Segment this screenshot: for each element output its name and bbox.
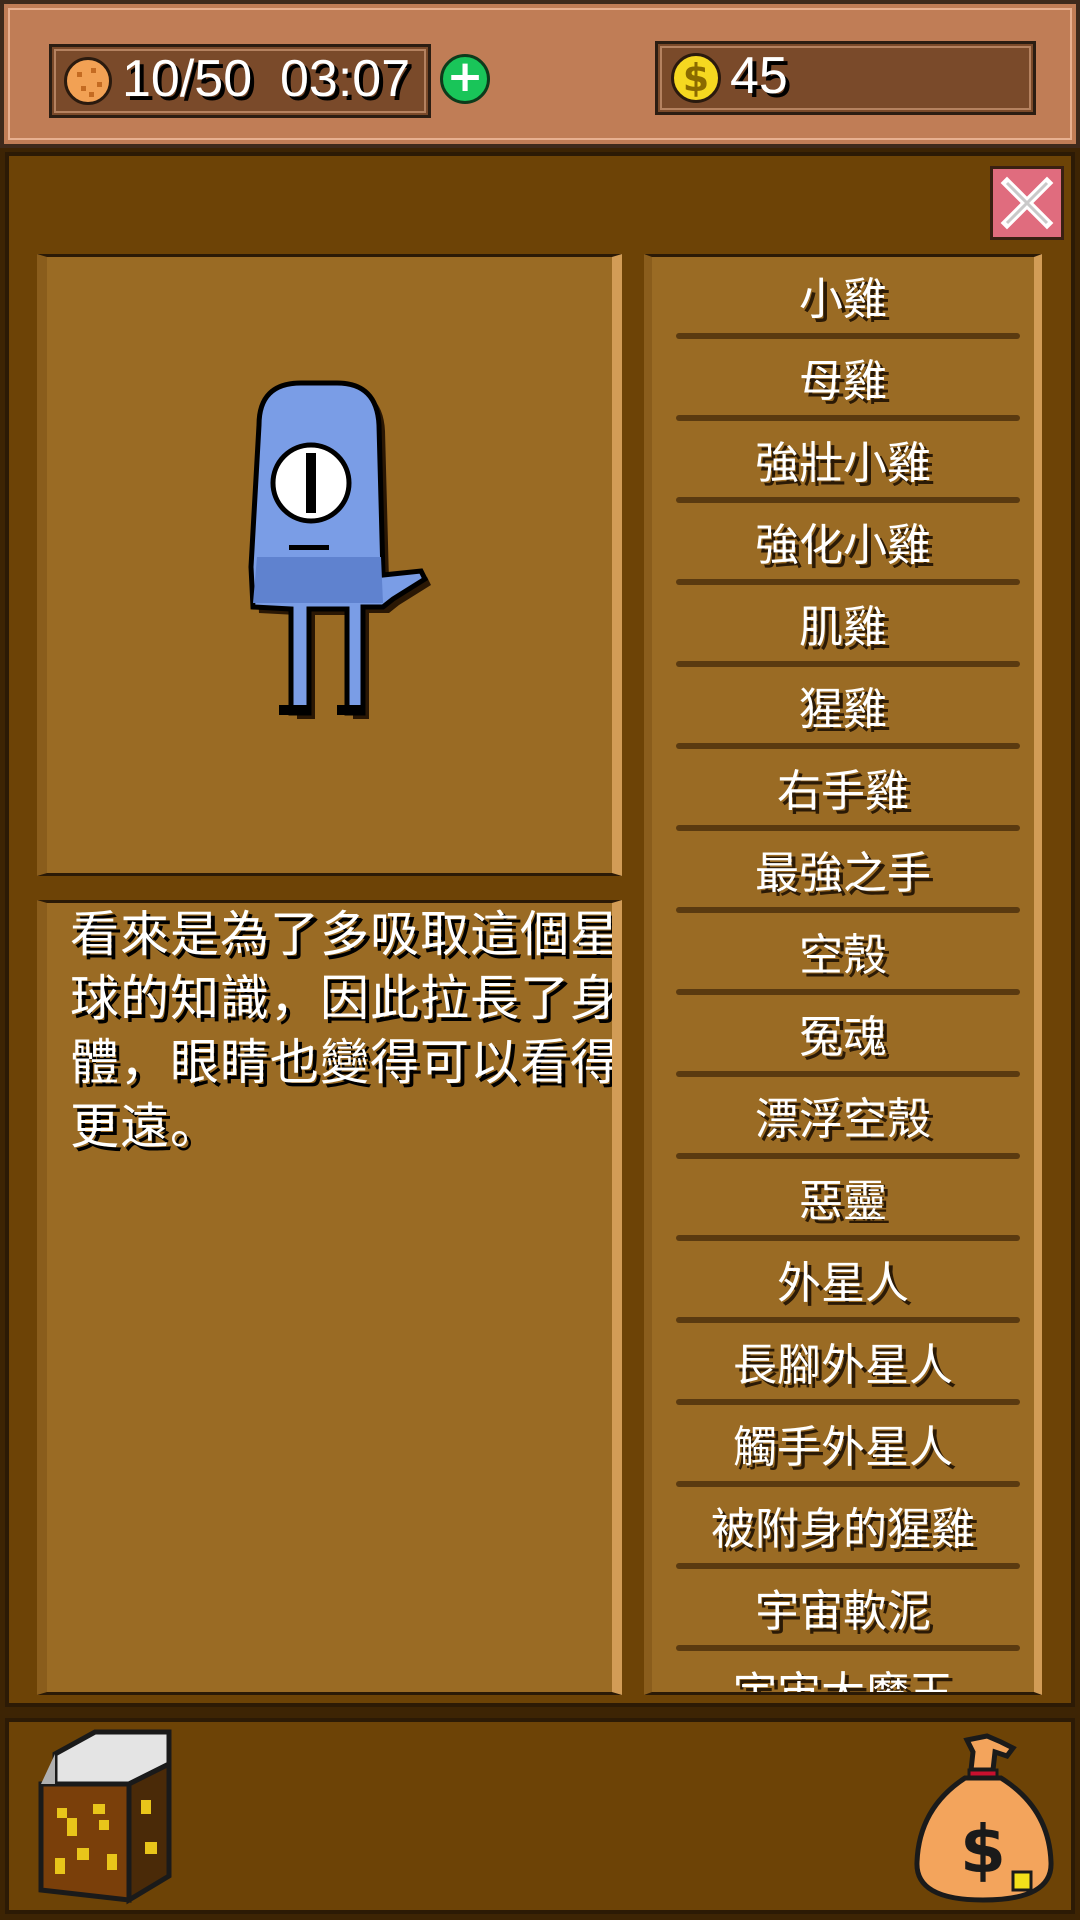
divider (676, 989, 1020, 995)
list-item-label: 最強之手 (755, 848, 931, 899)
encyclopedia-book-icon[interactable] (33, 1724, 183, 1910)
list-item[interactable]: 宇宙大魔王 (652, 1657, 1034, 1695)
list-item[interactable]: 肌雞 (652, 591, 1034, 673)
list-item[interactable]: 最強之手 (652, 837, 1034, 919)
creature-description: 看來是為了多吸取這個星球的知識，因此拉長了身體，眼睛也變得可以看得更遠。 (70, 906, 621, 1155)
list-item-label: 冤魂 (799, 1012, 887, 1063)
list-item-label: 肌雞 (799, 602, 887, 653)
coin-counter: $ 45 (655, 41, 1036, 115)
close-icon (1000, 176, 1054, 230)
list-item[interactable]: 長腳外星人 (652, 1329, 1034, 1411)
list-item-label: 母雞 (799, 356, 887, 407)
list-item-label: 宇宙大魔王 (733, 1668, 953, 1695)
food-timer-text: 03:07 (280, 50, 411, 108)
divider (676, 661, 1020, 667)
list-item[interactable]: 漂浮空殼 (652, 1083, 1034, 1165)
list-item-label: 強化小雞 (755, 520, 931, 571)
cookie-icon (64, 57, 112, 105)
plus-icon: + (446, 51, 484, 102)
bottom-bar: $ (5, 1718, 1075, 1914)
food-count-text: 10/50 (122, 50, 253, 108)
list-item-label: 右手雞 (777, 766, 909, 817)
list-item-label: 強壯小雞 (755, 438, 931, 489)
close-button[interactable] (990, 166, 1064, 240)
list-item[interactable]: 強化小雞 (652, 509, 1034, 591)
list-item-label: 宇宙軟泥 (755, 1586, 931, 1637)
list-item[interactable]: 觸手外星人 (652, 1411, 1034, 1493)
creature-description-frame: 看來是為了多吸取這個星球的知識，因此拉長了身體，眼睛也變得可以看得更遠。 (37, 900, 622, 1695)
list-item[interactable]: 小雞 (652, 263, 1034, 345)
divider (676, 333, 1020, 339)
alien-creature-sprite (248, 380, 431, 719)
svg-text:$: $ (960, 1811, 1006, 1888)
list-item[interactable]: 外星人 (652, 1247, 1034, 1329)
list-item-label: 觸手外星人 (733, 1422, 953, 1473)
top-status-bar: 10/50 03:07 + $ 45 (0, 0, 1080, 148)
list-item[interactable]: 母雞 (652, 345, 1034, 427)
divider (676, 1399, 1020, 1405)
list-item[interactable]: 右手雞 (652, 755, 1034, 837)
divider (676, 1481, 1020, 1487)
divider (676, 1563, 1020, 1569)
list-item[interactable]: 強壯小雞 (652, 427, 1034, 509)
divider (676, 579, 1020, 585)
list-item-label: 猩雞 (799, 684, 887, 735)
food-counter: 10/50 03:07 (49, 44, 431, 118)
divider (676, 825, 1020, 831)
divider (676, 1235, 1020, 1241)
list-item-label: 惡靈 (799, 1176, 887, 1227)
dollar-coin-icon: $ (671, 53, 721, 103)
list-item[interactable]: 空殼 (652, 919, 1034, 1001)
list-item-label: 外星人 (777, 1258, 909, 1309)
list-item-label: 被附身的猩雞 (711, 1504, 975, 1555)
creature-portrait-frame (37, 254, 622, 876)
add-food-button[interactable]: + (440, 54, 490, 104)
creature-list[interactable]: 小雞 母雞 強壯小雞 強化小雞 肌雞 猩雞 右手雞 最強之手 空殼 冤魂 漂浮空… (644, 254, 1042, 1695)
divider (676, 415, 1020, 421)
list-item[interactable]: 猩雞 (652, 673, 1034, 755)
list-item[interactable]: 宇宙軟泥 (652, 1575, 1034, 1657)
divider (676, 1645, 1020, 1651)
divider (676, 497, 1020, 503)
divider (676, 1153, 1020, 1159)
list-item-label: 小雞 (799, 274, 887, 325)
list-item[interactable]: 冤魂 (652, 1001, 1034, 1083)
list-item[interactable]: 惡靈 (652, 1165, 1034, 1247)
list-item[interactable]: 被附身的猩雞 (652, 1493, 1034, 1575)
money-bag-icon[interactable]: $ (909, 1732, 1059, 1908)
divider (676, 1071, 1020, 1077)
divider (676, 743, 1020, 749)
divider (676, 907, 1020, 913)
list-item-label: 漂浮空殼 (755, 1094, 931, 1145)
coin-count-text: 45 (730, 47, 788, 105)
list-item-label: 長腳外星人 (733, 1340, 953, 1391)
divider (676, 1317, 1020, 1323)
list-item-label: 空殼 (799, 930, 887, 981)
